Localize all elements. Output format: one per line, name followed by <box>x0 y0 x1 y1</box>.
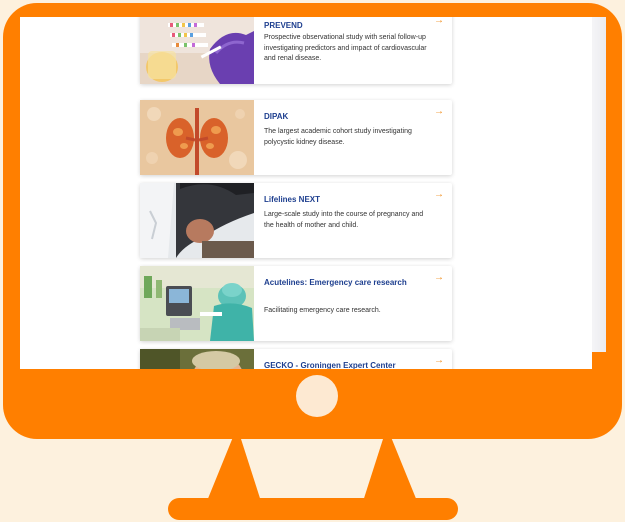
prevend-thumbnail <box>140 17 254 84</box>
screen-edge <box>592 17 606 369</box>
study-title[interactable]: GECKO - Groningen Expert Center <box>264 360 426 369</box>
screen-edge-bottom <box>592 352 606 369</box>
study-card-dipak[interactable]: DIPAK The largest academic cohort study … <box>140 100 452 175</box>
arrow-right-icon[interactable]: → <box>434 272 444 283</box>
dipak-thumbnail <box>140 100 254 175</box>
study-card-prevend[interactable]: PREVEND Prospective observational study … <box>140 17 452 84</box>
arrow-right-icon[interactable]: → <box>434 189 444 200</box>
lifelines-next-thumbnail <box>140 183 254 258</box>
monitor-stand-base <box>168 498 458 520</box>
study-title[interactable]: Lifelines NEXT <box>264 194 426 205</box>
arrow-right-icon[interactable]: → <box>434 17 444 26</box>
study-title[interactable]: DIPAK <box>264 111 426 122</box>
monitor-stand-gap <box>241 439 383 501</box>
arrow-right-icon[interactable]: → <box>434 355 444 366</box>
arrow-right-icon[interactable]: → <box>434 106 444 117</box>
study-card-acutelines[interactable]: Acutelines: Emergency care research Faci… <box>140 266 452 341</box>
study-card-gecko[interactable]: GECKO - Groningen Expert Center → <box>140 349 452 369</box>
study-description: The largest academic cohort study invest… <box>264 128 412 146</box>
study-description: Facilitating emergency care research. <box>264 307 381 314</box>
monitor-screen: PREVEND Prospective observational study … <box>20 17 606 369</box>
acutelines-thumbnail <box>140 266 254 341</box>
study-title[interactable]: Acutelines: Emergency care research <box>264 277 426 288</box>
study-description: Prospective observational study with ser… <box>264 34 427 62</box>
study-card-lifelines-next[interactable]: Lifelines NEXT Large-scale study into th… <box>140 183 452 258</box>
study-title[interactable]: PREVEND <box>264 20 426 31</box>
study-description: Large-scale study into the course of pre… <box>264 211 424 229</box>
gecko-thumbnail <box>140 349 254 369</box>
power-button-icon <box>296 375 338 417</box>
